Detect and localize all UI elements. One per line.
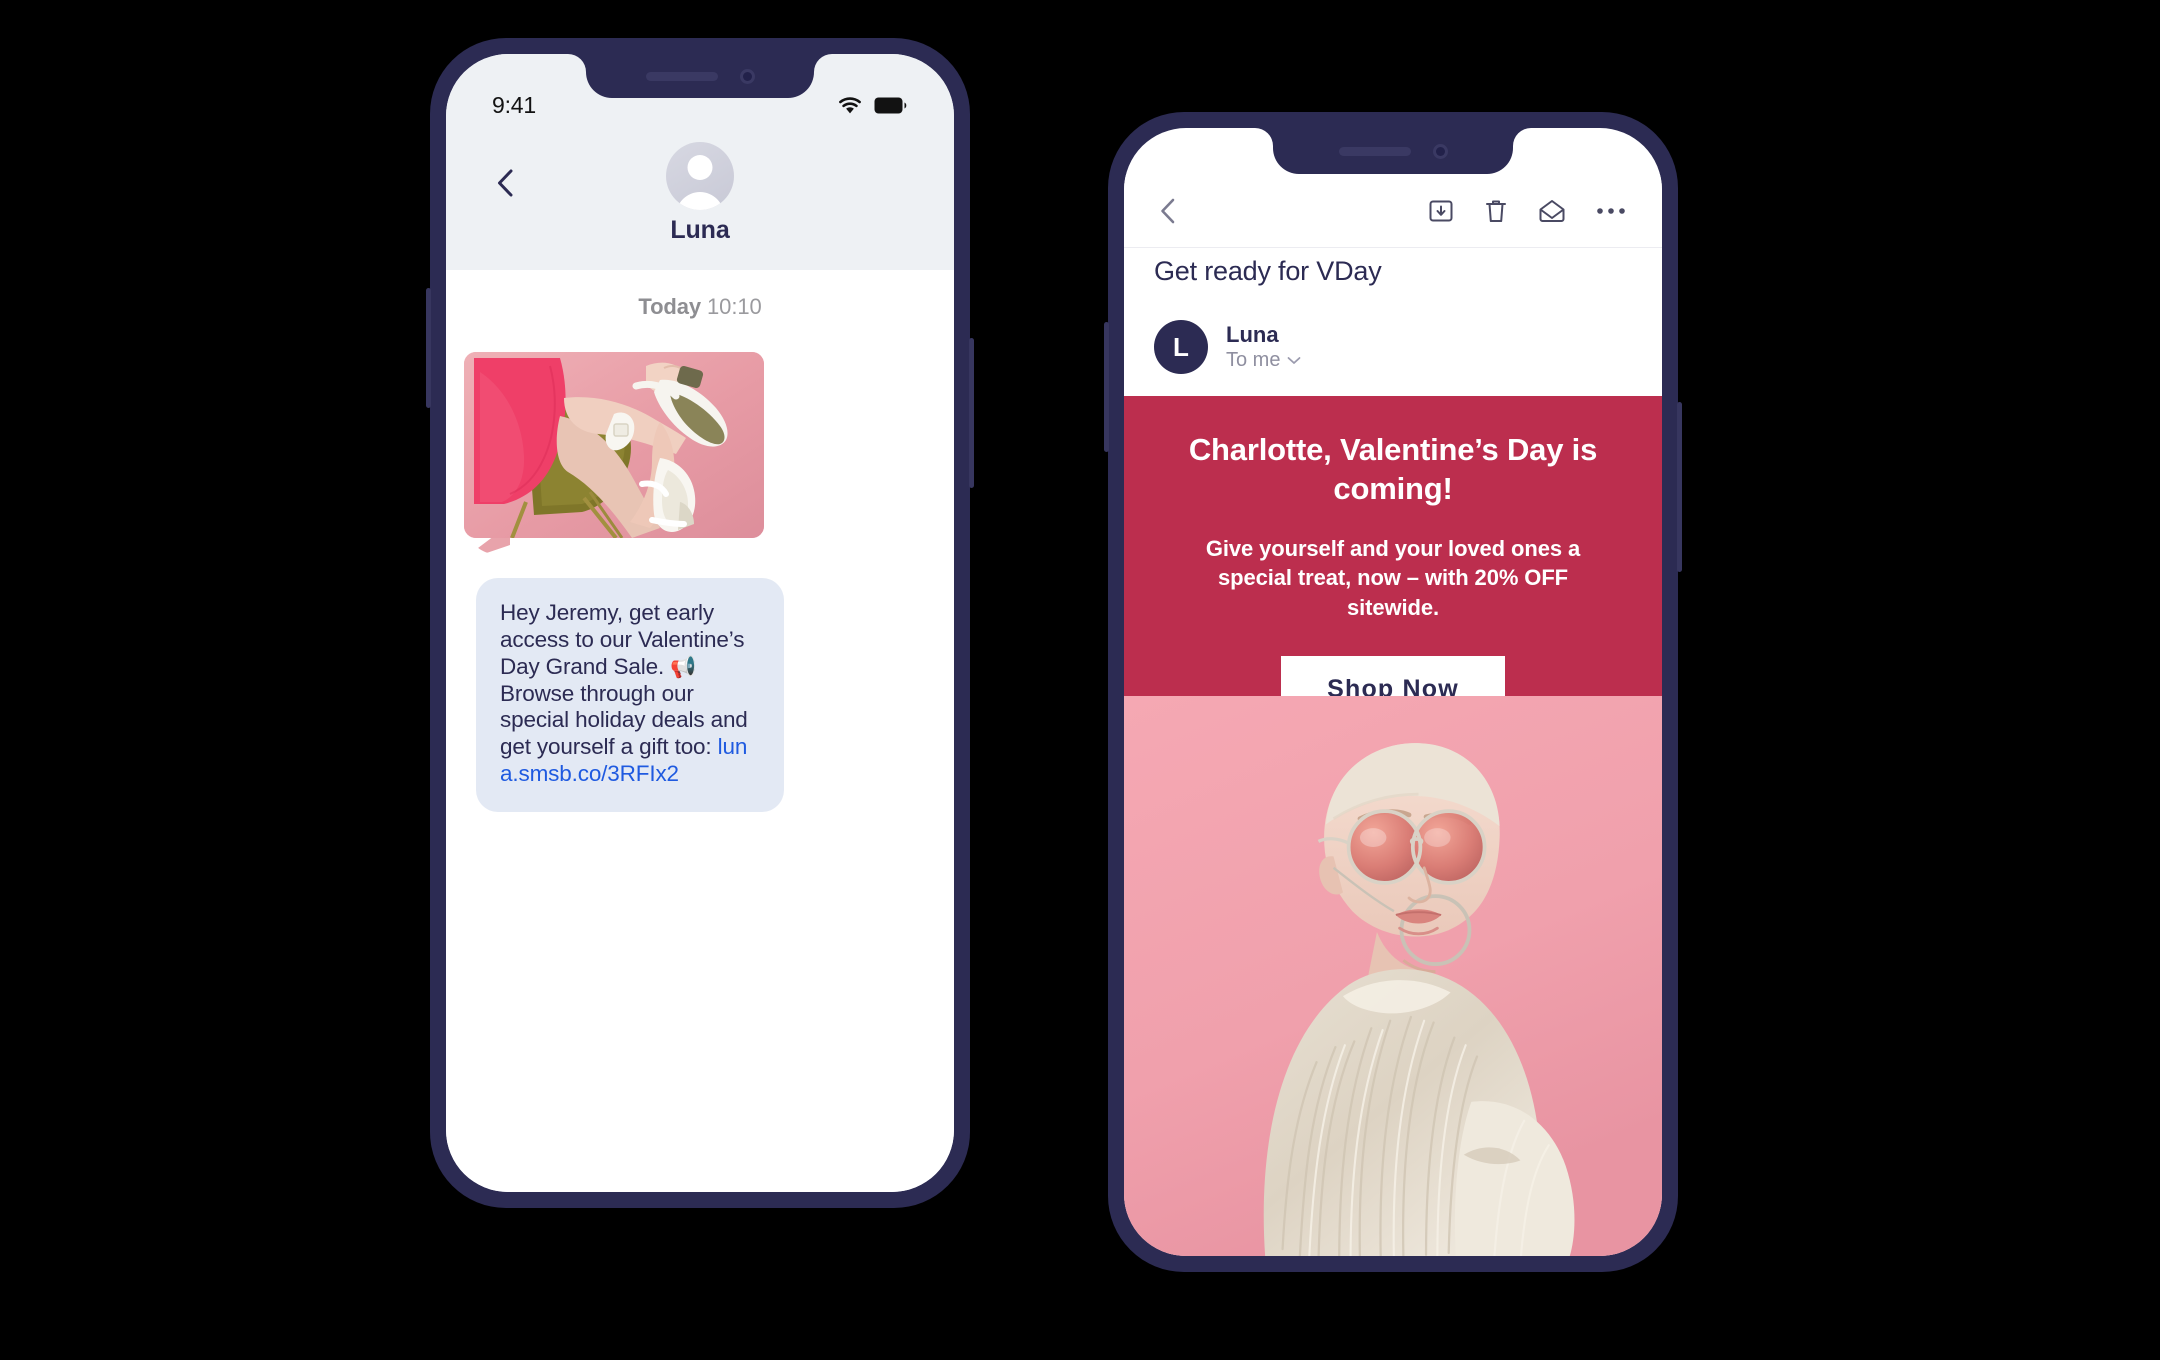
- wifi-icon: [837, 96, 863, 115]
- notch-shoulder-right: [1513, 128, 1531, 146]
- email-action-icons: [1428, 198, 1626, 224]
- notch-shoulder-left: [568, 54, 586, 72]
- promo-subtext: Give yourself and your loved ones a spec…: [1205, 536, 1581, 620]
- megaphone-emoji: 📢: [670, 655, 697, 679]
- shoes-photo: [464, 352, 764, 538]
- mail-phone-volume-button: [1104, 322, 1109, 452]
- avatar-head: [687, 155, 713, 180]
- envelope-open-icon[interactable]: [1538, 199, 1566, 223]
- day-label: Today: [638, 294, 702, 319]
- message-text-part-1: Hey Jeremy, get early access to our Vale…: [500, 600, 745, 679]
- front-camera-icon: [1432, 143, 1448, 159]
- archive-icon[interactable]: [1428, 198, 1454, 224]
- avatar-body: [676, 192, 724, 210]
- conversation-header: Luna: [446, 140, 954, 270]
- email-subject: Get ready for VDay: [1154, 256, 1382, 286]
- conversation-thread: Today 10:10 Hey Jeremy, get early access…: [446, 270, 954, 1192]
- sms-phone-mockup: 9:41 Luna Today 10:10 Hey Jeremy, get ea…: [426, 38, 974, 1208]
- sender-details: Luna To me: [1226, 321, 1301, 374]
- front-camera-icon: [739, 68, 755, 84]
- earpiece-speaker: [1338, 146, 1411, 156]
- sms-phone-notch: [586, 54, 814, 98]
- sms-screen: 9:41 Luna Today 10:10 Hey Jeremy, get ea…: [446, 54, 954, 1192]
- message-text-part-2: Browse through our special holiday deals…: [500, 680, 748, 760]
- chevron-down-icon[interactable]: [1287, 356, 1301, 365]
- mail-phone-notch: [1273, 128, 1513, 174]
- sms-phone-volume-button: [426, 288, 431, 408]
- earpiece-speaker: [645, 71, 718, 81]
- back-button[interactable]: [1154, 196, 1184, 226]
- mail-phone-power-button: [1677, 402, 1682, 572]
- email-screen: Get ready for VDay L Luna To me Charlott…: [1124, 128, 1662, 1256]
- sender-avatar: L: [1154, 320, 1208, 374]
- promo-headline: Charlotte, Valentine’s Day is coming!: [1188, 432, 1598, 507]
- sms-phone-power-button: [969, 338, 974, 488]
- trash-icon[interactable]: [1484, 198, 1508, 224]
- back-button[interactable]: [490, 166, 524, 200]
- image-message-bubble[interactable]: [464, 352, 764, 554]
- status-bar-icons: [837, 96, 908, 115]
- notch-shoulder-right: [814, 54, 832, 72]
- person-avatar-icon[interactable]: [666, 142, 734, 210]
- contact-name: Luna: [670, 216, 730, 244]
- day-timestamp: Today 10:10: [446, 294, 954, 320]
- recipient-label: To me: [1226, 349, 1281, 372]
- battery-full-icon: [874, 97, 908, 114]
- email-sender-row[interactable]: L Luna To me: [1154, 320, 1632, 374]
- more-horizontal-icon[interactable]: [1596, 206, 1626, 216]
- text-message-bubble[interactable]: Hey Jeremy, get early access to our Vale…: [476, 578, 784, 812]
- email-toolbar: [1124, 174, 1662, 248]
- status-bar-time: 9:41: [492, 91, 536, 118]
- notch-shoulder-left: [1255, 128, 1273, 146]
- recipient-row[interactable]: To me: [1226, 348, 1301, 373]
- sender-name: Luna: [1226, 321, 1279, 347]
- email-phone-mockup: Get ready for VDay L Luna To me Charlott…: [1104, 112, 1682, 1272]
- time-label: 10:10: [707, 294, 762, 319]
- hero-photo: [1124, 696, 1662, 1256]
